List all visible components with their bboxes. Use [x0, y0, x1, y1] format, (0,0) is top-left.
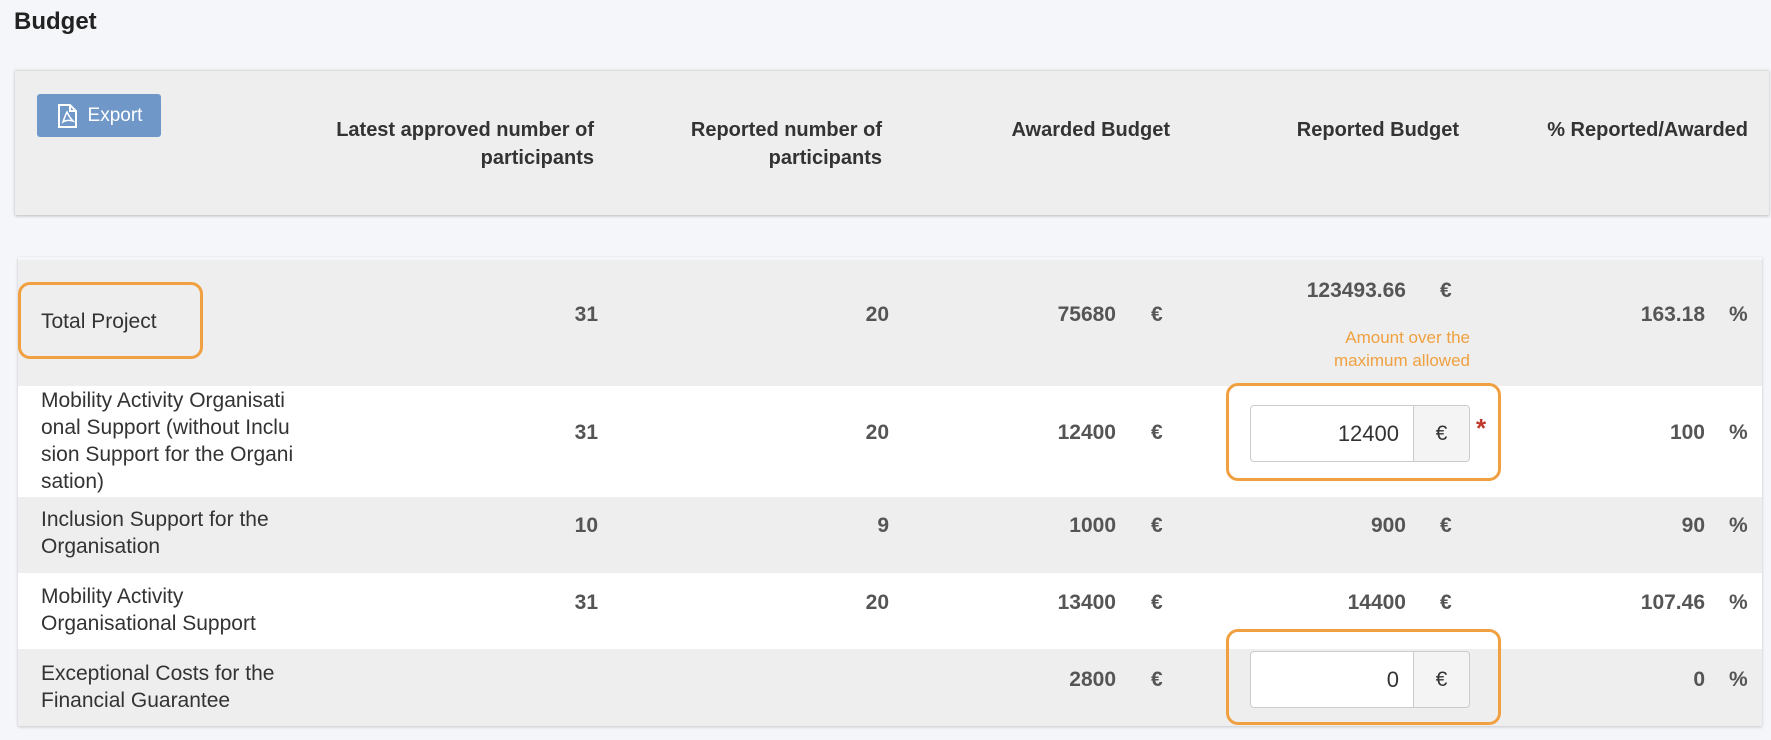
row-label-line: onal Support (without Inclu [41, 416, 290, 439]
currency-symbol: € [1440, 591, 1452, 614]
column-header-percent: % Reported/Awarded [1547, 119, 1748, 141]
row-label-line: Exceptional Costs for the [41, 662, 275, 685]
table-row-mobility-org-support-without-inclusion: Mobility Activity Organisati onal Suppor… [18, 383, 1762, 497]
percent-sign: % [1729, 421, 1748, 444]
cell-percent: 163.18 [1640, 303, 1705, 326]
cell-approved: 31 [574, 421, 598, 444]
percent-sign: % [1729, 668, 1748, 691]
cell-reported: 20 [865, 303, 889, 326]
currency-symbol: € [1151, 591, 1163, 614]
row-label-line: sation) [41, 470, 105, 493]
row-label-line: Financial Guarantee [41, 689, 231, 712]
percent-sign: % [1729, 514, 1748, 537]
page-title: Budget [14, 8, 97, 35]
cell-approved: 10 [574, 514, 598, 537]
column-header-reported: Reported number of participants [582, 116, 882, 172]
reported-budget-input-group: 0 € [1250, 651, 1470, 708]
cell-approved: 31 [574, 303, 598, 326]
warning-line2: maximum allowed [1333, 351, 1470, 370]
cell-awarded: 1000 [1069, 514, 1116, 537]
currency-symbol: € [1440, 514, 1452, 537]
cell-reported-budget: 123493.66 [1306, 279, 1406, 302]
cell-percent: 100 [1669, 421, 1705, 444]
column-header-reported-line1: Reported number of [690, 119, 882, 141]
cell-percent: 107.46 [1640, 591, 1705, 614]
column-header-reported-budget: Reported Budget [1296, 119, 1459, 141]
row-label: Inclusion Support for the Organisation [41, 506, 269, 560]
table-row-inclusion-support: Inclusion Support for the Organisation 1… [18, 497, 1762, 573]
cell-awarded: 2800 [1069, 668, 1116, 691]
row-label: Mobility Activity Organisational Support [41, 583, 256, 637]
row-label: Mobility Activity Organisati onal Suppor… [41, 387, 293, 495]
column-header-approved-line2: participants [480, 147, 594, 169]
row-label-line: sion Support for the Organi [41, 443, 294, 466]
column-header-reported-line2: participants [768, 147, 882, 169]
cell-awarded: 12400 [1057, 421, 1116, 444]
cell-reported-budget: 14400 [1347, 591, 1406, 614]
over-maximum-warning: Amount over the maximum allowed [1270, 326, 1470, 372]
currency-symbol: € [1440, 279, 1452, 302]
cell-reported: 20 [865, 591, 889, 614]
reported-budget-input-group: 12400 € [1250, 405, 1470, 462]
pdf-file-icon [56, 103, 78, 128]
cell-reported-budget: 900 [1370, 514, 1406, 537]
currency-symbol: € [1151, 514, 1163, 537]
table-row-exceptional-costs: Exceptional Costs for the Financial Guar… [18, 629, 1762, 726]
cell-awarded: 75680 [1057, 303, 1116, 326]
cell-approved: 31 [574, 591, 598, 614]
currency-addon: € [1414, 405, 1470, 462]
table-row-total-project: Total Project 31 20 75680 € 123493.66 € … [18, 260, 1762, 386]
column-header-approved: Latest approved number of participants [294, 116, 594, 172]
column-header-approved-line1: Latest approved number of [336, 119, 594, 141]
percent-sign: % [1729, 591, 1748, 614]
row-label-line: Organisational Support [41, 612, 256, 635]
cell-percent: 90 [1681, 514, 1705, 537]
row-label-line: Inclusion Support for the [41, 508, 269, 531]
percent-sign: % [1729, 303, 1748, 326]
column-header-awarded: Awarded Budget [1011, 119, 1170, 141]
reported-budget-input[interactable]: 0 [1250, 651, 1414, 708]
cell-awarded: 13400 [1057, 591, 1116, 614]
warning-line1: Amount over the [1345, 328, 1470, 347]
row-label-line: Mobility Activity [41, 585, 184, 608]
row-label-line: Organisation [41, 535, 161, 558]
currency-symbol: € [1151, 421, 1163, 444]
reported-budget-input[interactable]: 12400 [1250, 405, 1414, 462]
required-asterisk: * [1476, 413, 1487, 443]
cell-percent: 0 [1693, 668, 1705, 691]
cell-reported: 20 [865, 421, 889, 444]
row-label-line: Mobility Activity Organisati [41, 389, 285, 412]
export-button-label: Export [87, 104, 143, 126]
cell-reported: 9 [877, 514, 889, 537]
currency-addon: € [1414, 651, 1470, 708]
row-label: Total Project [41, 310, 157, 333]
row-label: Exceptional Costs for the Financial Guar… [41, 660, 274, 714]
currency-symbol: € [1151, 303, 1163, 326]
currency-symbol: € [1151, 668, 1163, 691]
export-button[interactable]: Export [37, 94, 161, 137]
